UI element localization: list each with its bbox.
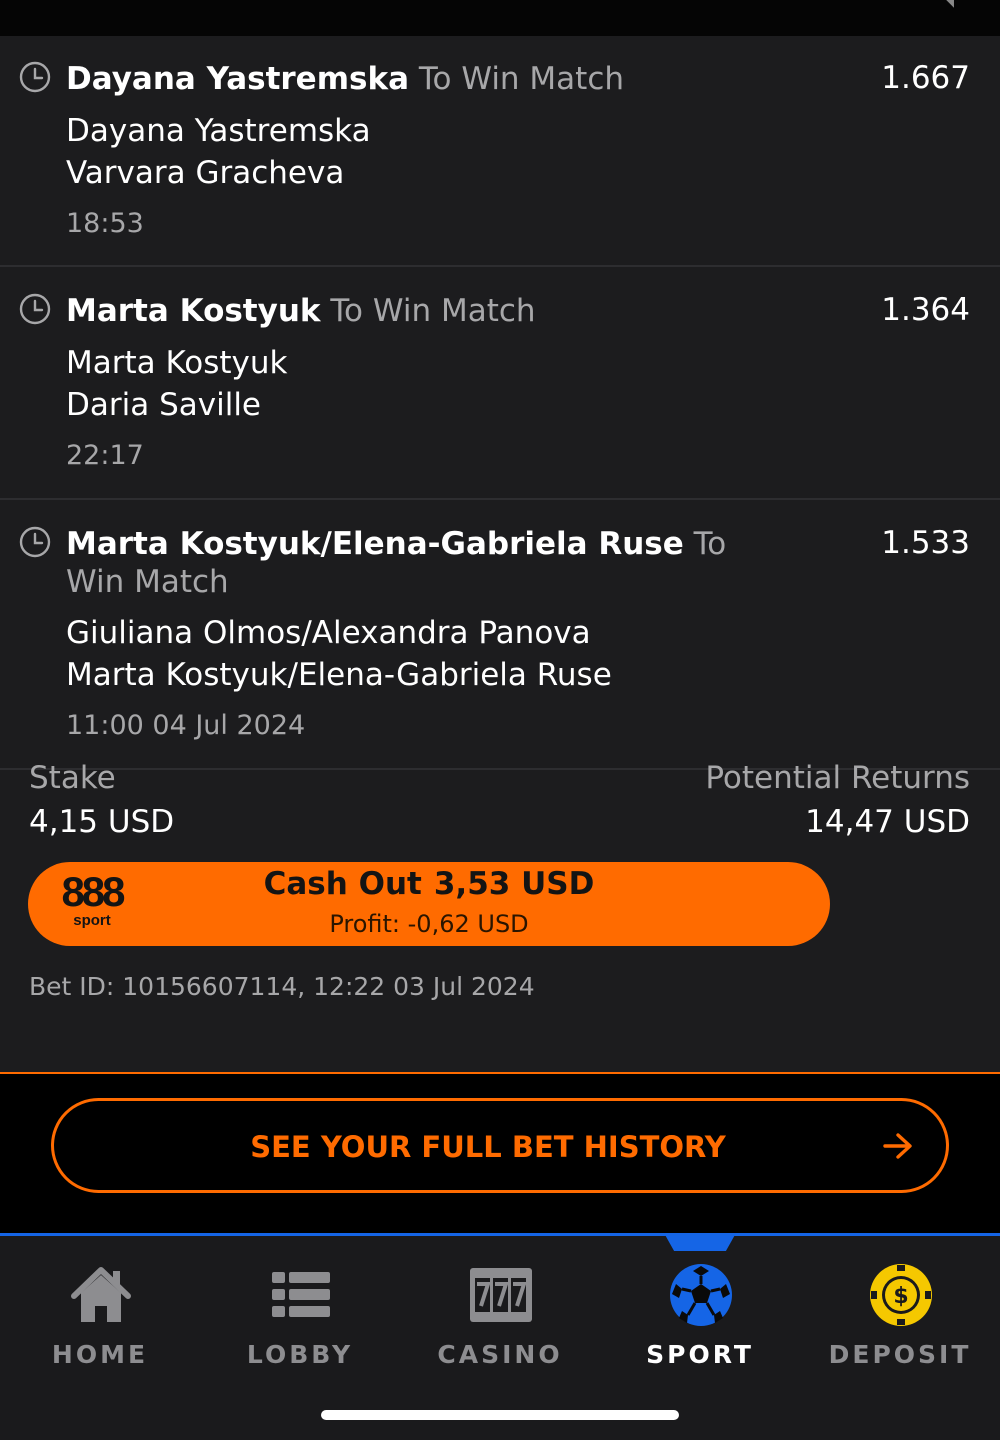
list-icon [268,1262,334,1328]
bet-card: Dayana Yastremska To Win Match 1.667 Day… [0,36,1000,1072]
arrow-right-icon [882,1131,914,1161]
bet-selection: Marta Kostyuk/Elena-Gabriela Ruse To Win… [0,500,1000,770]
nav-sport[interactable]: SPORT [600,1236,800,1406]
nav-lobby-label: LOBBY [246,1340,354,1369]
selection-title: Dayana Yastremska To Win Match [66,60,786,98]
selection-pick: Dayana Yastremska [66,61,409,97]
selection-market: To Win Match [330,293,536,329]
divider [0,1072,1000,1074]
cash-out-profit: Profit: -0,62 USD [329,910,529,938]
selection-odds: 1.533 [881,525,970,561]
nav-deposit-label: DEPOSIT [828,1340,972,1369]
potential-returns-label: Potential Returns [705,760,970,796]
nav-casino[interactable]: CASINO [400,1236,600,1406]
selection-title: Marta Kostyuk To Win Match [66,292,786,330]
selection-odds: 1.364 [881,292,970,328]
cash-out-amount: 3,53 USD [433,866,595,902]
clock-icon [19,61,51,93]
cash-out-label: Cash Out [263,866,422,902]
nav-lobby[interactable]: LOBBY [200,1236,400,1406]
bottom-navigation: HOME LOBBY CASINO SPORT $ DEPOSIT [0,1233,1000,1440]
selection-title: Marta Kostyuk/Elena-Gabriela Ruse To Win… [66,525,786,601]
bet-selection: Dayana Yastremska To Win Match 1.667 Day… [0,36,1000,267]
slot-777-icon [468,1262,534,1328]
team-home: Marta Kostyuk [66,345,288,381]
event-time: 22:17 [66,440,144,471]
nav-casino-label: CASINO [437,1340,563,1369]
selection-market: To Win Match [418,61,625,97]
team-away: Marta Kostyuk/Elena-Gabriela Ruse [66,657,612,693]
dollar-coin-icon: $ [868,1262,934,1328]
home-icon [68,1262,134,1328]
team-away: Daria Saville [66,387,262,423]
selection-pick: Marta Kostyuk [66,293,321,329]
clock-icon [19,293,51,325]
event-time: 11:00 04 Jul 2024 [66,710,306,741]
full-bet-history-label: SEE YOUR FULL BET HISTORY [250,1130,726,1164]
nav-deposit[interactable]: $ DEPOSIT [800,1236,1000,1406]
selection-pick: Marta Kostyuk/Elena-Gabriela Ruse [66,526,684,562]
soccer-ball-icon [668,1262,734,1328]
top-bar: ◥ [0,0,1000,36]
partial-icon: ◥ [937,0,954,11]
bet-selection: Marta Kostyuk To Win Match 1.364 Marta K… [0,267,1000,500]
clock-icon [19,526,51,558]
svg-text:$: $ [893,1284,908,1309]
nav-home[interactable]: HOME [0,1236,200,1406]
event-time: 18:53 [66,208,144,239]
team-away: Varvara Gracheva [66,155,345,191]
nav-home-label: HOME [51,1340,149,1369]
stake-label: Stake [29,760,116,796]
full-bet-history-button[interactable]: SEE YOUR FULL BET HISTORY [51,1098,949,1193]
team-home: Dayana Yastremska [66,113,371,149]
potential-returns-value: 14,47 USD [805,804,970,840]
bet-id: Bet ID: 10156607114, 12:22 03 Jul 2024 [29,972,535,1001]
selection-odds: 1.667 [881,60,970,96]
team-home: Giuliana Olmos/Alexandra Panova [66,615,591,651]
stake-value: 4,15 USD [29,804,175,840]
cash-out-button[interactable]: 888 sport Cash Out 3,53 USD Profit: -0,62… [28,862,830,946]
nav-sport-label: SPORT [646,1340,754,1369]
cash-out-title: Cash Out 3,53 USD [28,866,830,902]
home-indicator[interactable] [321,1410,679,1420]
